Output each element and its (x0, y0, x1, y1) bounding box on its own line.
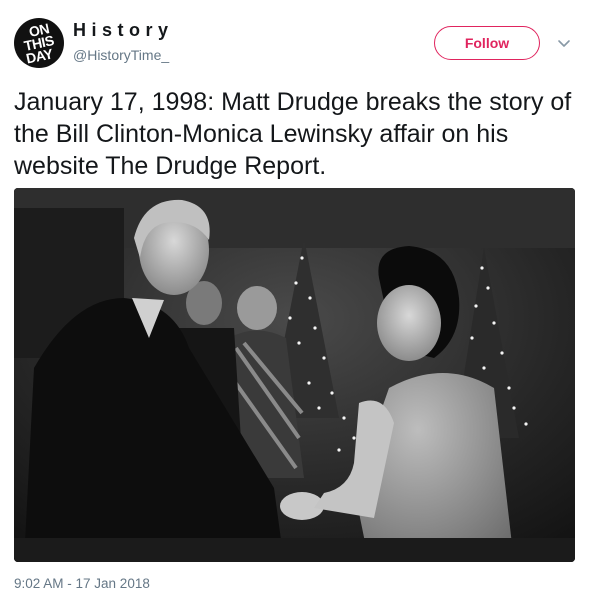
account-avatar[interactable]: ON THIS DAY (14, 18, 64, 68)
tweet-photo[interactable] (14, 188, 575, 562)
account-display-name[interactable]: History (73, 20, 174, 41)
chevron-down-icon[interactable] (557, 36, 571, 50)
tweet-timestamp[interactable]: 9:02 AM - 17 Jan 2018 (14, 576, 150, 591)
follow-button[interactable]: Follow (434, 26, 540, 60)
account-handle[interactable]: @HistoryTime_ (73, 47, 169, 63)
avatar-line-3: DAY (24, 44, 54, 67)
photo-image (14, 188, 575, 562)
tweet-text: January 17, 1998: Matt Drudge breaks the… (14, 88, 572, 180)
